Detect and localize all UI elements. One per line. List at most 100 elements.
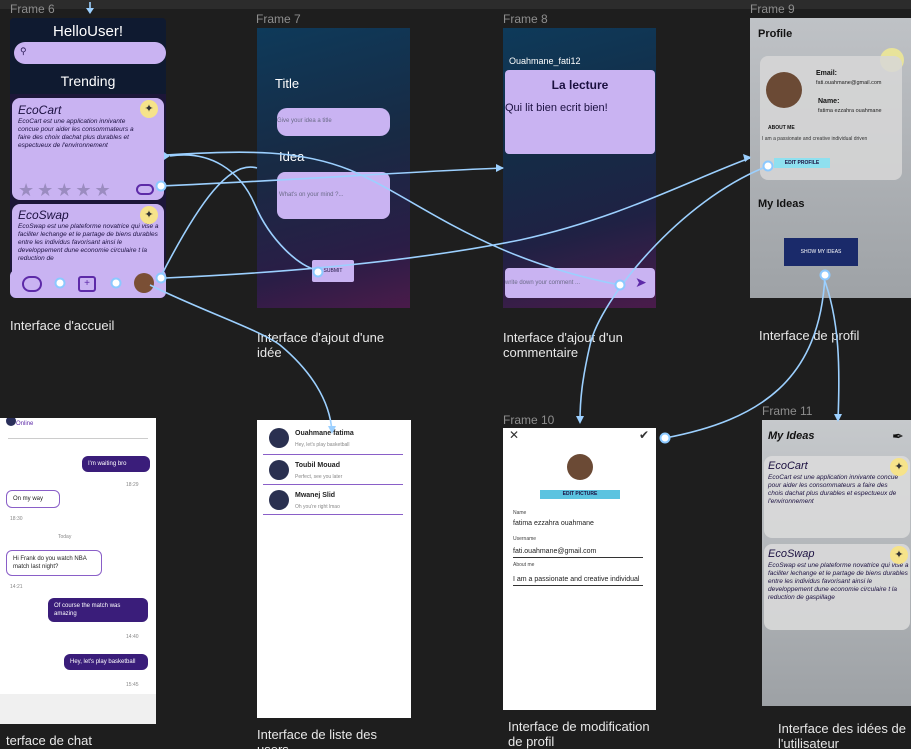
title-label: Title	[275, 76, 300, 91]
caption-add-idea: Interface d'ajout d'une idée	[257, 330, 385, 360]
avatar	[766, 72, 802, 108]
edit-picture-button[interactable]: EDIT PICTURE	[540, 490, 620, 499]
user-last-message: Oh you're right lmao	[295, 504, 340, 510]
send-icon[interactable]: ➤	[635, 274, 647, 291]
close-icon[interactable]: ✕	[509, 428, 519, 442]
avatar	[269, 460, 289, 480]
caption-home: Interface d'accueil	[10, 318, 115, 333]
caption-profile: Interface de profil	[759, 328, 860, 343]
caption-comment: Interface d'ajout d'un commentaire	[503, 330, 623, 360]
avatar[interactable]	[134, 273, 154, 293]
username-field[interactable]: fati.ouahmane@gmail.com	[513, 548, 643, 558]
about-value: I am a passionate and creative individua…	[762, 136, 868, 142]
frame-title-7: Frame 7	[256, 12, 301, 26]
frame-title-11: Frame 11	[762, 404, 813, 418]
my-ideas-header: My Ideas	[768, 430, 815, 442]
name-label: Name:	[818, 98, 840, 105]
idea-card-ecocart[interactable]: EcoCart EcoCart est une application inni…	[12, 98, 164, 200]
profile-frame: Profile Email: fati.ouahmane@gmail.com N…	[750, 18, 911, 298]
idea-label: Idea	[279, 149, 305, 164]
name-label: Name	[513, 510, 527, 516]
avatar	[269, 428, 289, 448]
frame-title-8: Frame 8	[503, 12, 548, 26]
edit-profile-button[interactable]: EDIT PROFILE	[774, 158, 830, 168]
message-time: 18:30	[10, 516, 23, 522]
divider	[263, 454, 403, 455]
lightbulb-icon: ✦	[140, 206, 158, 224]
bottom-nav: +	[10, 270, 166, 298]
user-last-message: Perfect, see you later	[295, 474, 343, 480]
search-icon: ⚲	[20, 46, 27, 56]
chat-message: I'm waiting bro	[82, 456, 150, 472]
user-name[interactable]: Mwanej Slid	[295, 492, 335, 499]
profile-header: Profile	[758, 28, 793, 40]
divider	[263, 484, 403, 485]
comment-placeholder: write down your comment ...	[505, 280, 581, 286]
title-input[interactable]: Give your idea a title	[277, 108, 390, 136]
lightbulb-icon: ✦	[890, 458, 908, 476]
caption-users-list: Interface de liste des users	[257, 727, 377, 749]
add-idea-frame: Title Give your idea a title Idea What's…	[257, 28, 410, 308]
idea-card-ecoswap[interactable]: EcoSwap EcoSwap est une plateforme novat…	[764, 544, 910, 630]
date-separator: Today	[58, 534, 72, 540]
divider	[263, 514, 403, 515]
email-value: fati.ouahmane@gmail.com	[816, 80, 882, 86]
idea-textarea[interactable]: What's on your mind ?...	[277, 172, 390, 219]
comment-input[interactable]: write down your comment ... ➤	[505, 268, 655, 298]
about-field[interactable]: I am a passionate and creative individua…	[513, 576, 643, 586]
show-my-ideas-button[interactable]: SHOW MY IDEAS	[784, 238, 858, 266]
submit-button[interactable]: SUBMIT	[312, 260, 354, 282]
idea-card-ecocart[interactable]: EcoCart EcoCart est une application inni…	[764, 456, 910, 538]
name-field[interactable]: fatima ezzahra ouahmane	[513, 520, 643, 529]
user-name[interactable]: Ouahmane fatima	[295, 430, 354, 437]
message-time: 14:21	[10, 584, 23, 590]
card-title: EcoSwap	[768, 548, 815, 560]
home-frame: HelloUser! ⚲ Trending EcoCart EcoCart es…	[10, 18, 166, 298]
users-list-frame: Ouahmane fatima Hey, let's play basketba…	[257, 420, 411, 718]
check-icon[interactable]: ✔	[639, 428, 649, 442]
name-value: fatima ezzahra ouahmane	[818, 108, 882, 114]
comment-frame: Ouahmane_fati12 La lecture Qui lit bien …	[503, 28, 656, 308]
message-time: 14:40	[126, 634, 139, 640]
post-text: Qui lit bien ecrit bien!	[505, 102, 608, 114]
connection-profile	[164, 157, 751, 279]
greeting: HelloUser!	[52, 23, 124, 40]
connection-add-idea	[159, 166, 258, 279]
divider	[8, 438, 148, 439]
frame-title-10: Frame 10	[503, 413, 555, 427]
about-label: About me	[513, 562, 535, 568]
lightbulb-icon: ✦	[890, 546, 908, 564]
idea-card-ecoswap[interactable]: EcoSwap EcoSwap est une plateforme novat…	[12, 204, 164, 272]
my-ideas-frame: My Ideas ✒ EcoCart EcoCart est une appli…	[762, 420, 911, 706]
caption-my-ideas: Interface des idées de l'utilisateur	[778, 721, 906, 749]
card-title: EcoSwap	[18, 208, 69, 222]
username-label: Username	[513, 536, 537, 542]
edit-profile-frame: ✕ ✔ EDIT PICTURE Name fatima ezzahra oua…	[503, 428, 656, 710]
chat-message: Of course the match was amazing	[48, 598, 148, 622]
caption-edit-profile: Interface de modification de profil	[508, 719, 650, 749]
chat-message: Hi Frank do you watch NBA match last nig…	[6, 550, 102, 576]
frame-title-9: Frame 9	[750, 2, 795, 16]
card-desc: EcoSwap est une plateforme novatrice qui…	[18, 223, 159, 262]
avatar	[269, 490, 289, 510]
card-desc: EcoSwap est une plateforme novatrice qui…	[768, 562, 909, 601]
avatar	[6, 418, 16, 426]
prototype-canvas: Frame 6 Frame 7 Frame 8 Frame 9 Frame 10…	[0, 0, 911, 749]
message-input[interactable]	[0, 694, 156, 724]
post-title: La lecture	[551, 78, 609, 92]
lightbulb-icon: ✦	[140, 100, 158, 118]
card-title: EcoCart	[18, 103, 62, 117]
user-name[interactable]: Toubil Mouad	[295, 462, 340, 469]
comment-username: Ouahmane_fati12	[509, 56, 581, 66]
card-title: EcoCart	[768, 460, 808, 472]
message-time: 18:29	[126, 482, 139, 488]
message-time: 15:45	[126, 682, 139, 688]
rating-stars[interactable]: ★★★★★	[18, 180, 114, 201]
comment-icon[interactable]	[136, 184, 154, 195]
my-ideas-heading: My Ideas	[758, 198, 805, 210]
trending-heading: Trending	[60, 73, 116, 89]
chat-frame: Online I'm waiting bro 18:29 On my way 1…	[0, 418, 156, 724]
add-idea-icon[interactable]: +	[78, 276, 96, 292]
search-input[interactable]: ⚲	[14, 42, 166, 64]
chat-icon[interactable]	[22, 276, 42, 292]
